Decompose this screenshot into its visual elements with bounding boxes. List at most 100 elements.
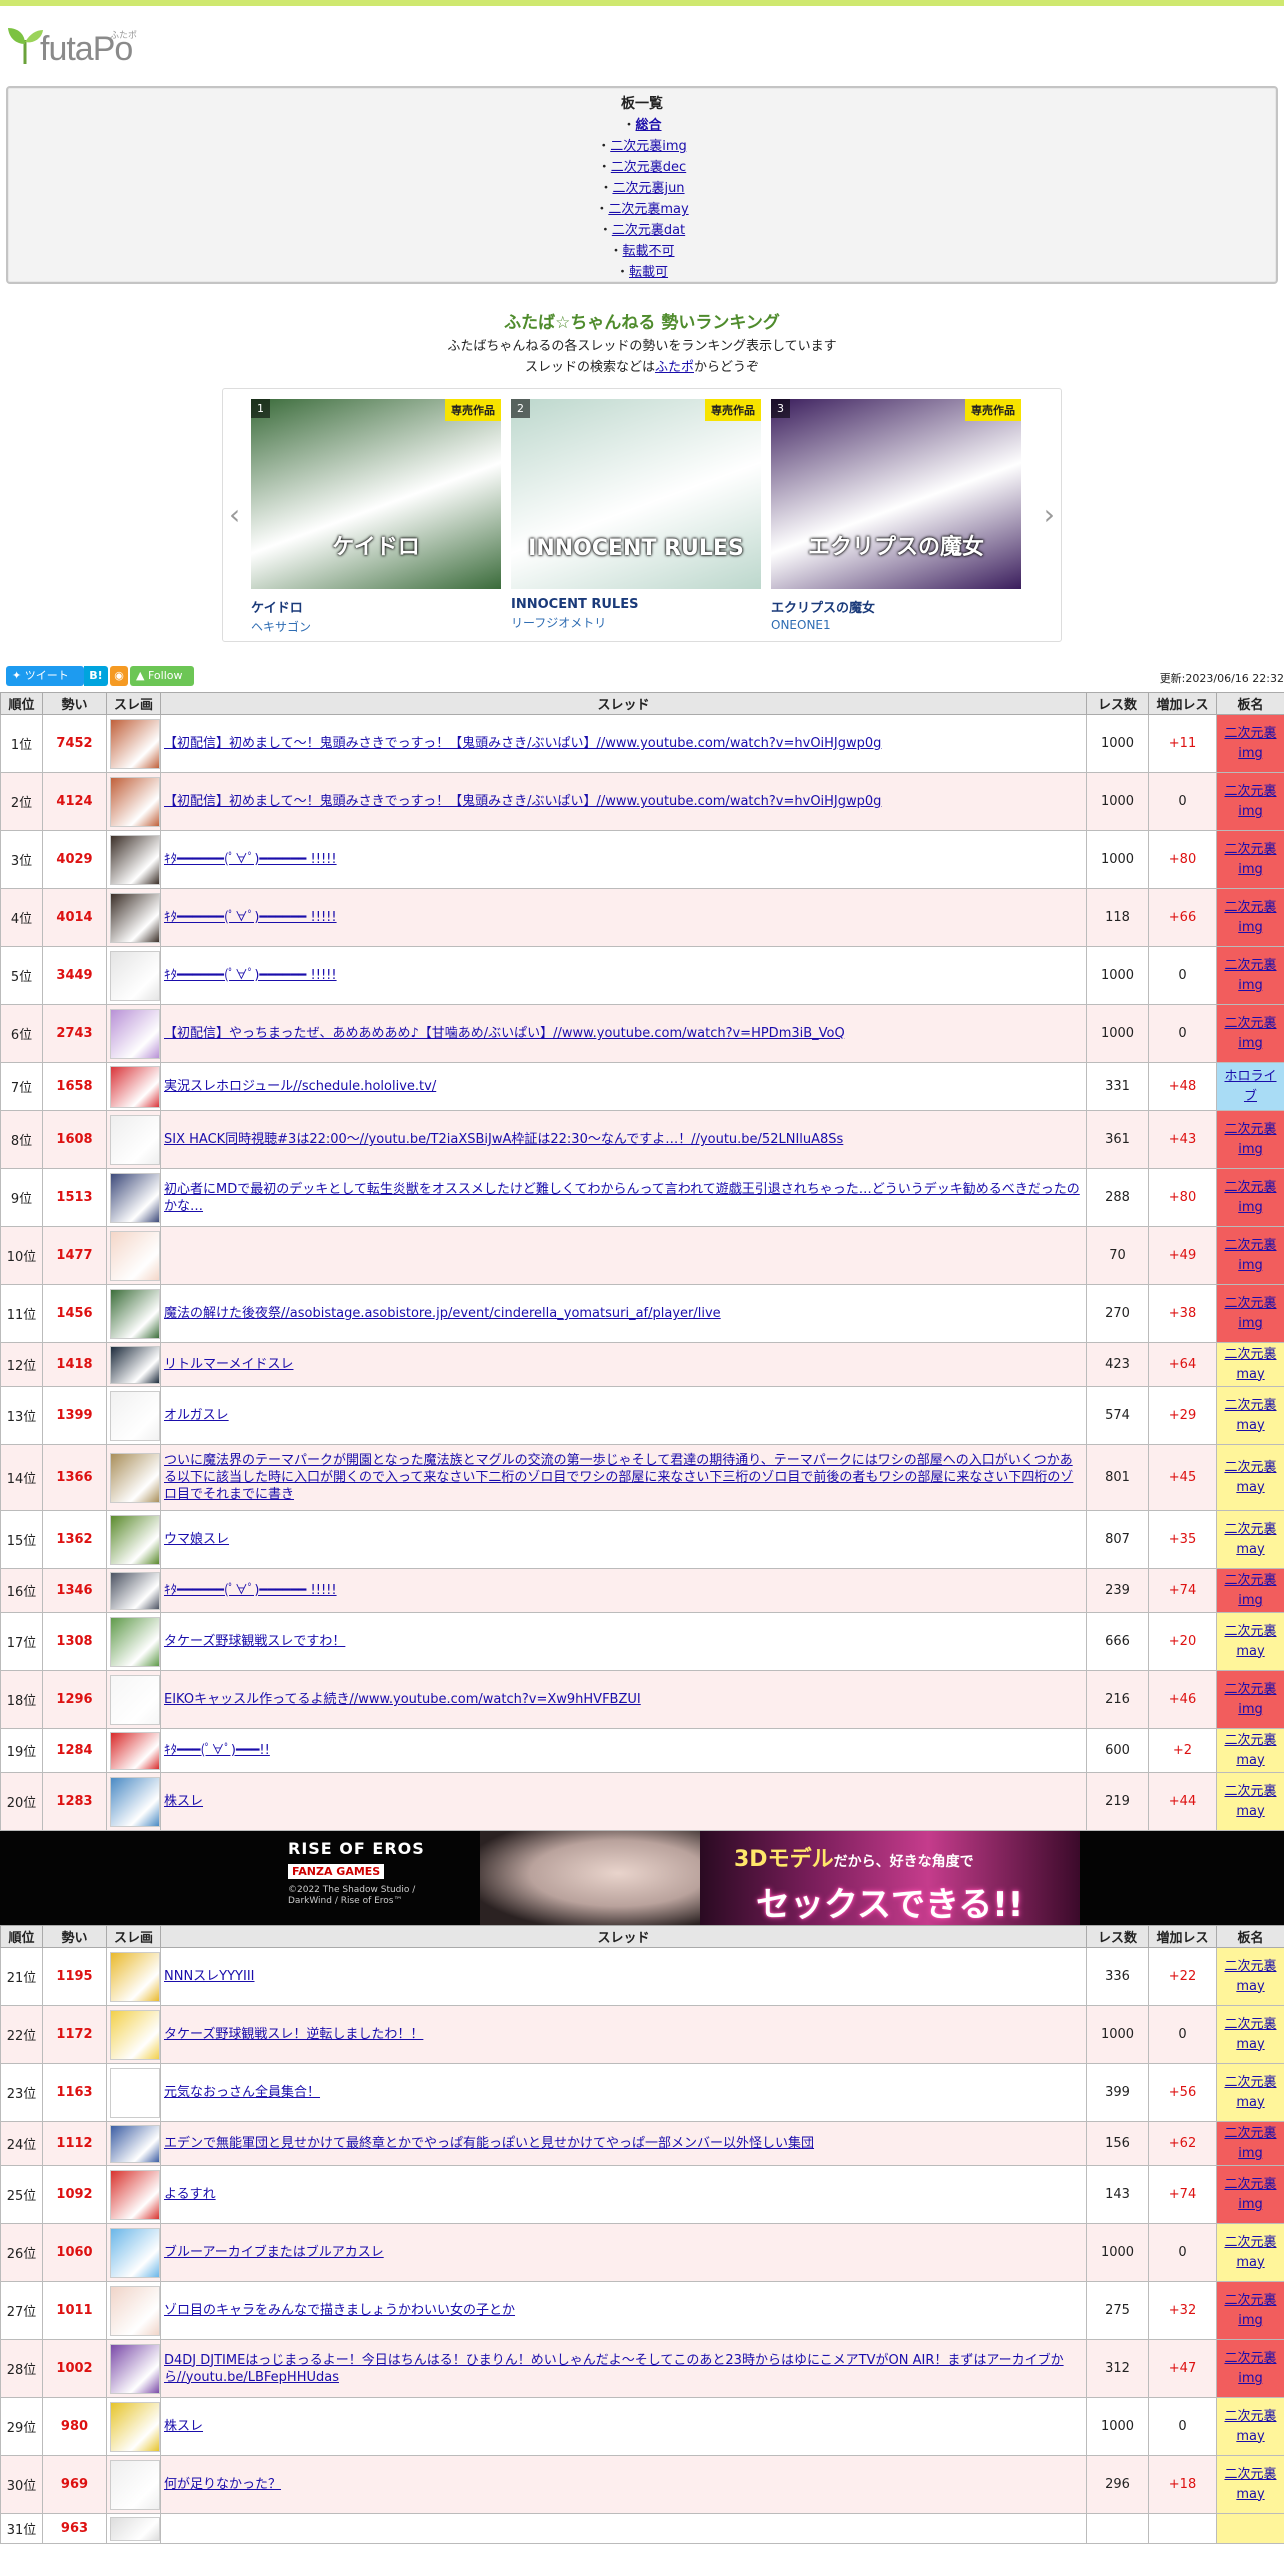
board-link[interactable]: 二次元裏dec xyxy=(611,160,686,175)
thread-thumbnail[interactable] xyxy=(110,2169,160,2220)
board-link[interactable]: 転載可 xyxy=(629,265,668,280)
thread-link[interactable]: 【初配信】初めまして〜！鬼頭みさきでっすっ！【鬼頭みさき/ぶいぱい】//www.… xyxy=(164,794,881,809)
product-card[interactable]: 2 専売作品 INNOCENT RULES INNOCENT RULES リーフジオメト… xyxy=(511,399,761,631)
thread-link[interactable]: ｷﾀ━━━━━━(ﾟ∀ﾟ)━━━━━━ !!!!! xyxy=(164,1583,337,1598)
thread-link[interactable]: 元気なおっさん全員集合！ xyxy=(164,2085,320,2100)
thread-link[interactable]: NNNスレYYYIII xyxy=(164,1969,255,1984)
hatena-bookmark-button[interactable]: B! xyxy=(84,666,108,686)
board-name-link[interactable]: 二次元裏may xyxy=(1224,1784,1276,1819)
futapo-link[interactable]: ふたポ xyxy=(655,360,694,375)
thread-thumbnail[interactable] xyxy=(110,1674,160,1725)
thread-link[interactable]: リトルマーメイドスレ xyxy=(164,1357,293,1372)
thread-link[interactable]: 何が足りなかった？ xyxy=(164,2477,281,2492)
thread-thumbnail[interactable] xyxy=(110,1008,160,1059)
board-name-link[interactable]: 二次元裏img xyxy=(1224,958,1276,993)
thread-thumbnail[interactable] xyxy=(110,1172,160,1223)
board-name-link[interactable]: 二次元裏img xyxy=(1224,2177,1276,2212)
thread-thumbnail[interactable] xyxy=(110,1616,160,1667)
thread-link[interactable]: 株スレ xyxy=(164,1794,203,1809)
thread-thumbnail[interactable] xyxy=(110,1452,160,1503)
thread-thumbnail[interactable] xyxy=(110,2067,160,2118)
thread-thumbnail[interactable] xyxy=(110,892,160,943)
thread-link[interactable]: ブルーアーカイブまたはブルアカスレ xyxy=(164,2245,384,2260)
chevron-left-icon[interactable]: ‹ xyxy=(229,501,240,529)
product-card[interactable]: 3 専売作品 エクリプスの魔女エクリプスの魔女 ONEONE1 xyxy=(771,399,1021,632)
board-name-link[interactable]: 二次元裏img xyxy=(1224,1238,1276,1273)
product-title[interactable]: INNOCENT RULES xyxy=(511,597,761,612)
thread-link[interactable]: ついに魔法界のテーマパークが開園となった魔法族とマグルの交流の第一歩じゃそして君… xyxy=(164,1453,1073,1502)
board-name-link[interactable]: 二次元裏may xyxy=(1224,1733,1276,1768)
thread-link[interactable]: よるすれ xyxy=(164,2187,216,2202)
product-maker[interactable]: ONEONE1 xyxy=(771,618,1021,632)
thread-thumbnail[interactable] xyxy=(110,950,160,1001)
thread-thumbnail[interactable] xyxy=(110,1065,160,1108)
thread-link[interactable]: 魔法の解けた後夜祭//asobistage.asobistore.jp/even… xyxy=(164,1306,721,1321)
thread-thumbnail[interactable] xyxy=(110,2285,160,2336)
thread-thumbnail[interactable] xyxy=(110,1776,160,1827)
thread-thumbnail[interactable] xyxy=(110,2401,160,2452)
thread-thumbnail[interactable] xyxy=(110,776,160,827)
board-name-link[interactable]: 二次元裏may xyxy=(1224,2075,1276,2110)
thread-thumbnail[interactable] xyxy=(110,2459,160,2510)
thread-thumbnail[interactable] xyxy=(110,1731,160,1770)
board-name-link[interactable]: 二次元裏img xyxy=(1224,2351,1276,2386)
board-name-link[interactable]: 二次元裏img xyxy=(1224,1682,1276,1717)
board-name-link[interactable]: ホロライブ xyxy=(1224,1069,1276,1104)
board-name-link[interactable]: 二次元裏may xyxy=(1224,2235,1276,2270)
thread-link[interactable]: エデンで無能軍団と見せかけて最終章とかでやっぱ有能っぽいと見せかけてやっぱ一部メ… xyxy=(164,2136,814,2151)
board-name-link[interactable]: 二次元裏img xyxy=(1224,1573,1276,1608)
product-cover-image[interactable]: 3 専売作品 エクリプスの魔女 xyxy=(771,399,1021,589)
product-cover-image[interactable]: 2 専売作品 INNOCENT RULES xyxy=(511,399,761,589)
product-card[interactable]: 1 専売作品 ケイドロ ケイドロ ヘキサゴン xyxy=(251,399,501,635)
thread-thumbnail[interactable] xyxy=(110,2009,160,2060)
thread-thumbnail[interactable] xyxy=(110,1951,160,2002)
thread-link[interactable]: ｷﾀ━━━━━━(ﾟ∀ﾟ)━━━━━━ !!!!! xyxy=(164,910,337,925)
thread-link[interactable]: ウマ娘スレ xyxy=(164,1532,229,1547)
ad-banner[interactable]: RISE OF EROS FANZA GAMES ©2022 The Shado… xyxy=(0,1831,1284,1925)
chevron-right-icon[interactable]: › xyxy=(1044,501,1055,529)
thread-link[interactable]: 初心者にMDで最初のデッキとして転生炎獣をオススメしたけど難しくてわからんって言… xyxy=(164,1182,1080,1214)
rss-icon[interactable]: ◉ xyxy=(110,666,128,686)
thread-link[interactable]: D4DJ DJTIMEはっじまっるよー！今日はちんはる！ひまりん！めいしゃんだよ… xyxy=(164,2353,1064,2385)
board-name-link[interactable]: 二次元裏img xyxy=(1224,2126,1276,2161)
thread-thumbnail[interactable] xyxy=(110,1114,160,1165)
board-link[interactable]: 総合 xyxy=(636,118,662,133)
board-name-link[interactable]: 二次元裏img xyxy=(1224,1122,1276,1157)
thread-link[interactable]: タケーズ野球観戦スレですわ！ xyxy=(164,1634,345,1649)
product-cover-image[interactable]: 1 専売作品 ケイドロ xyxy=(251,399,501,589)
board-name-link[interactable]: 二次元裏img xyxy=(1224,2293,1276,2328)
thread-thumbnail[interactable] xyxy=(110,1514,160,1565)
board-name-link[interactable]: 二次元裏may xyxy=(1224,1347,1276,1382)
thread-link[interactable]: 実況スレホロジュール//schedule.hololive.tv/ xyxy=(164,1079,436,1094)
thread-link[interactable]: ｷﾀ━━━(ﾟ∀ﾟ)━━━!! xyxy=(164,1743,270,1758)
board-name-link[interactable]: 二次元裏img xyxy=(1224,900,1276,935)
board-name-link[interactable]: 二次元裏img xyxy=(1224,1180,1276,1215)
thread-thumbnail[interactable] xyxy=(110,2124,160,2163)
board-link[interactable]: 二次元裏img xyxy=(610,139,687,154)
thread-link[interactable]: オルガスレ xyxy=(164,1408,229,1423)
board-name-link[interactable]: 二次元裏may xyxy=(1224,1398,1276,1433)
board-link[interactable]: 二次元裏jun xyxy=(612,181,684,196)
thread-thumbnail[interactable] xyxy=(110,1288,160,1339)
board-name-link[interactable]: 二次元裏may xyxy=(1224,1624,1276,1659)
product-title[interactable]: エクリプスの魔女 xyxy=(771,597,1021,616)
board-link[interactable]: 二次元裏dat xyxy=(612,223,685,238)
thread-thumbnail[interactable] xyxy=(110,1230,160,1281)
thread-link[interactable]: ゾロ目のキャラをみんなで描きましょうかわいい女の子とか xyxy=(164,2303,515,2318)
product-maker[interactable]: ヘキサゴン xyxy=(251,618,501,635)
thread-link[interactable]: 【初配信】初めまして〜！鬼頭みさきでっすっ！【鬼頭みさき/ぶいぱい】//www.… xyxy=(164,736,881,751)
thread-link[interactable]: SIX HACK同時視聴#3は22:00〜//youtu.be/T2iaXSBi… xyxy=(164,1132,843,1147)
board-name-link[interactable]: 二次元裏may xyxy=(1224,2017,1276,2052)
thread-thumbnail[interactable] xyxy=(110,1345,160,1384)
thread-thumbnail[interactable] xyxy=(110,834,160,885)
board-name-link[interactable]: 二次元裏may xyxy=(1224,2467,1276,2502)
board-name-link[interactable]: 二次元裏may xyxy=(1224,1522,1276,1557)
board-name-link[interactable]: 二次元裏img xyxy=(1224,726,1276,761)
thread-thumbnail[interactable] xyxy=(110,2343,160,2394)
thread-thumbnail[interactable] xyxy=(110,718,160,769)
product-maker[interactable]: リーフジオメトリ xyxy=(511,614,761,631)
board-name-link[interactable]: 二次元裏may xyxy=(1224,2409,1276,2444)
tweet-button[interactable]: ✦ ツイート xyxy=(6,666,84,686)
board-name-link[interactable]: 二次元裏img xyxy=(1224,784,1276,819)
thread-link[interactable]: EIKOキャッスル作ってるよ続き//www.youtube.com/watch?… xyxy=(164,1692,641,1707)
